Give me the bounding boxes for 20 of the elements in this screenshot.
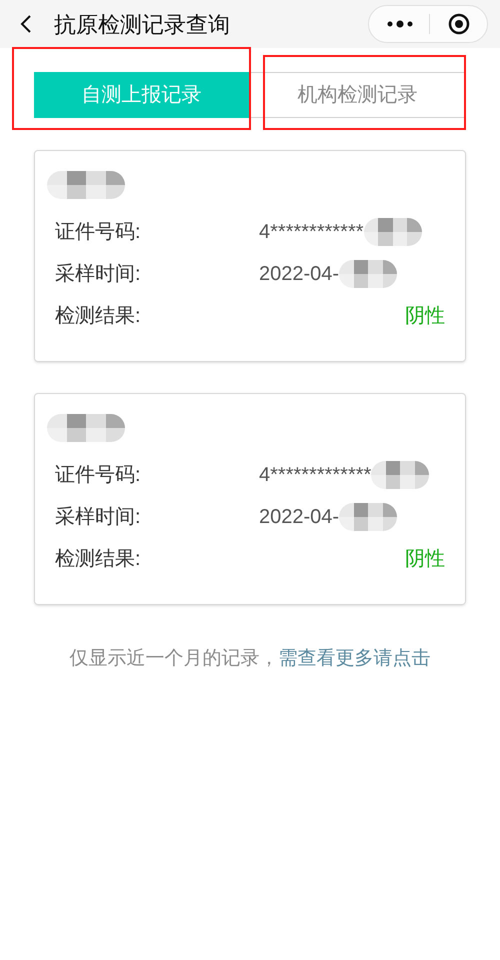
field-label: 证件号码: [55,463,142,488]
field-value: 2022-04- [259,505,340,530]
field-label: 检测结果: [55,547,142,572]
field-value: 4************ [259,220,364,245]
tab[interactable]: 自测上报记录 [34,72,249,118]
window-title: 抗原检测记录查询 [54,10,230,38]
field-label: 采样时间: [55,262,142,287]
more-icon[interactable] [387,20,413,28]
result-value: 阴性 [405,547,445,572]
field-value: 4************* [259,463,372,488]
field-label: 采样时间: [55,505,142,530]
footer-note: 仅显示近一个月的记录，需查看更多请点击 [68,647,432,671]
field-label: 检测结果: [55,304,142,329]
field-label: 证件号码: [55,220,142,245]
field-value: 2022-04- [259,262,340,287]
more-link[interactable]: 需查看更多请点击 [278,648,430,669]
result-value: 阴性 [405,304,445,329]
back-icon[interactable] [20,14,32,34]
tab[interactable]: 机构检测记录 [249,72,466,118]
close-target-icon[interactable] [448,13,470,35]
